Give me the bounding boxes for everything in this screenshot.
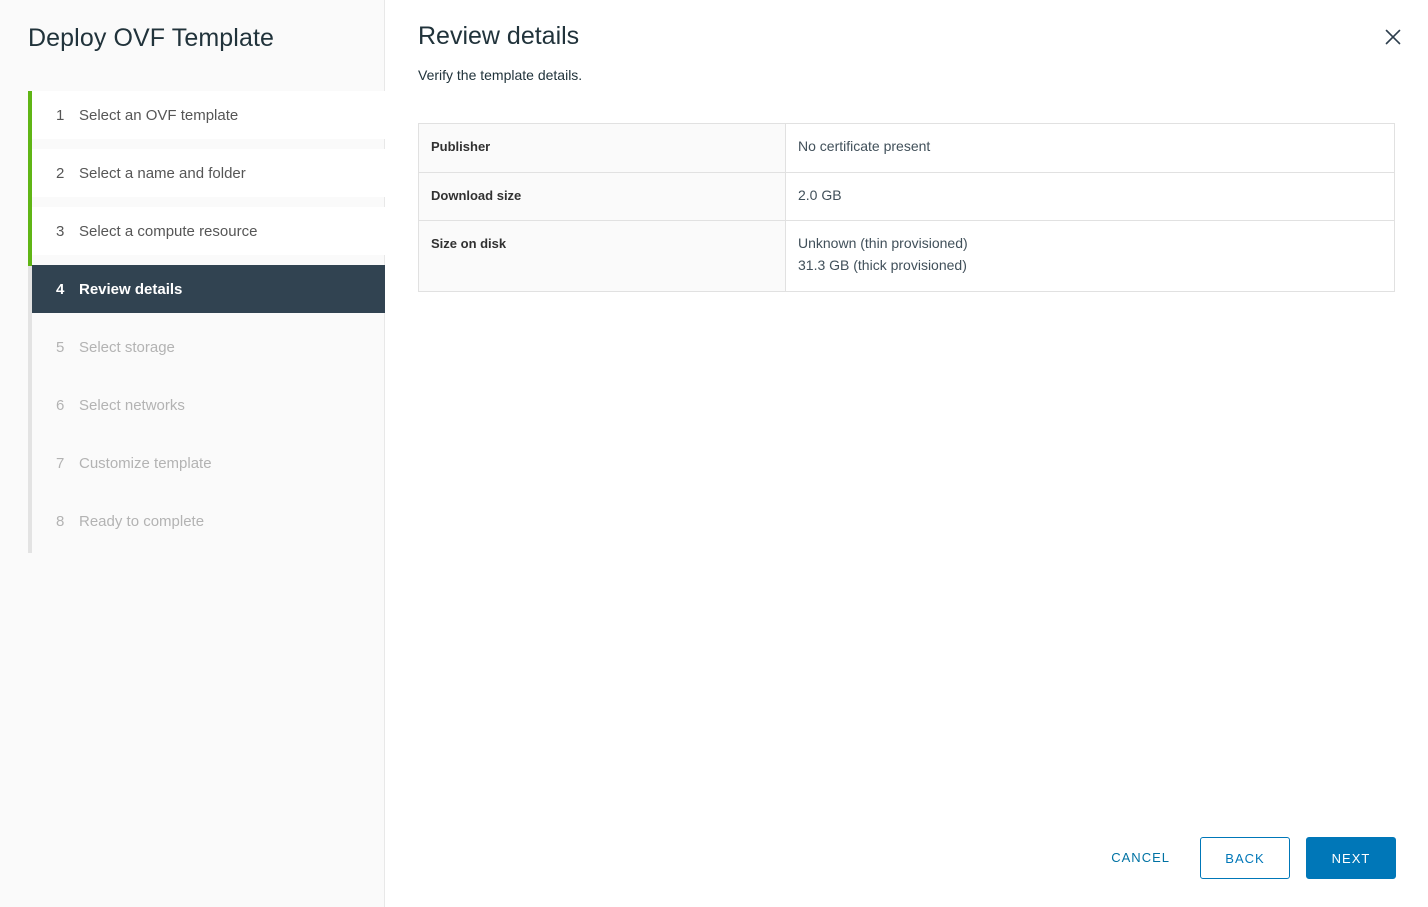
- step-number: 1: [56, 108, 64, 123]
- wizard-title: Deploy OVF Template: [28, 24, 274, 53]
- sidebar-step-ready-to-complete[interactable]: 8 Ready to complete: [32, 497, 385, 545]
- cancel-button[interactable]: CANCEL: [1093, 840, 1188, 876]
- step-label: Select an OVF template: [79, 108, 238, 123]
- table-row: Download size 2.0 GB: [419, 172, 1395, 221]
- step-number: 5: [56, 340, 64, 355]
- step-number: 2: [56, 166, 64, 181]
- step-label: Select a compute resource: [79, 224, 257, 239]
- page-subtitle: Verify the template details.: [418, 67, 582, 83]
- detail-label: Publisher: [419, 124, 786, 173]
- sidebar-step-select-an-ovf-template[interactable]: 1 Select an OVF template: [32, 91, 385, 139]
- step-label: Select storage: [79, 340, 175, 355]
- template-details-table: Publisher No certificate present Downloa…: [418, 123, 1395, 292]
- wizard-footer: CANCEL BACK NEXT: [1093, 837, 1396, 879]
- step-label: Ready to complete: [79, 514, 204, 529]
- detail-value-line: 2.0 GB: [798, 185, 1378, 207]
- wizard-sidebar: Deploy OVF Template 1 Select an OVF temp…: [0, 0, 385, 907]
- sidebar-step-review-details[interactable]: 4 Review details: [32, 265, 385, 313]
- step-label: Select a name and folder: [79, 166, 246, 181]
- step-number: 7: [56, 456, 64, 471]
- deploy-ovf-template-dialog: Deploy OVF Template 1 Select an OVF temp…: [0, 0, 1428, 907]
- step-number: 8: [56, 514, 64, 529]
- step-label: Select networks: [79, 398, 185, 413]
- detail-value: Unknown (thin provisioned) 31.3 GB (thic…: [786, 221, 1395, 291]
- step-label: Review details: [79, 282, 182, 297]
- page-title: Review details: [418, 22, 579, 51]
- sidebar-step-select-networks[interactable]: 6 Select networks: [32, 381, 385, 429]
- step-number: 6: [56, 398, 64, 413]
- sidebar-step-select-storage[interactable]: 5 Select storage: [32, 323, 385, 371]
- detail-value: 2.0 GB: [786, 172, 1395, 221]
- step-number: 4: [56, 282, 64, 297]
- step-label: Customize template: [79, 456, 212, 471]
- detail-value-line: No certificate present: [798, 136, 1378, 158]
- sidebar-step-customize-template[interactable]: 7 Customize template: [32, 439, 385, 487]
- detail-value-line: 31.3 GB (thick provisioned): [798, 255, 1378, 277]
- close-icon[interactable]: [1376, 20, 1410, 54]
- sidebar-step-select-a-compute-resource[interactable]: 3 Select a compute resource: [32, 207, 385, 255]
- detail-value-line: Unknown (thin provisioned): [798, 233, 1378, 255]
- wizard-step-list: 1 Select an OVF template 2 Select a name…: [0, 91, 385, 555]
- wizard-content-panel: Review details Verify the template detai…: [385, 0, 1428, 907]
- next-button[interactable]: NEXT: [1306, 837, 1396, 879]
- sidebar-step-select-a-name-and-folder[interactable]: 2 Select a name and folder: [32, 149, 385, 197]
- step-number: 3: [56, 224, 64, 239]
- detail-label: Size on disk: [419, 221, 786, 291]
- table-row: Publisher No certificate present: [419, 124, 1395, 173]
- table-row: Size on disk Unknown (thin provisioned) …: [419, 221, 1395, 291]
- back-button[interactable]: BACK: [1200, 837, 1290, 879]
- detail-label: Download size: [419, 172, 786, 221]
- detail-value: No certificate present: [786, 124, 1395, 173]
